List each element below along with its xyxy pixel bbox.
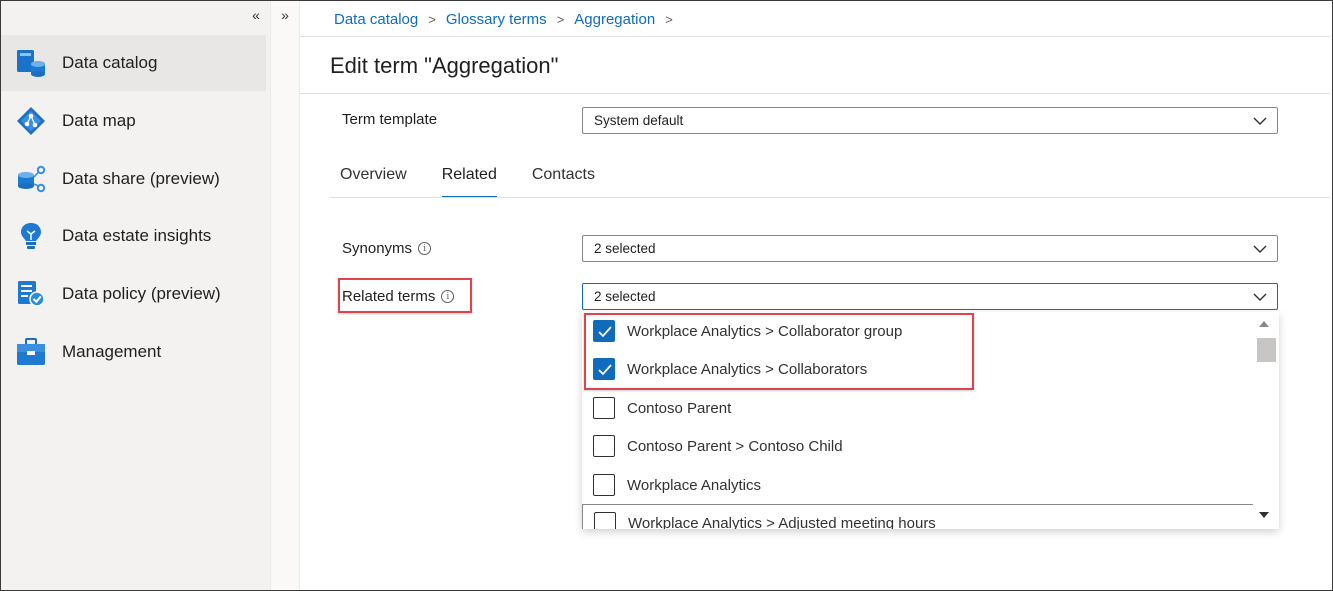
option-label: Workplace Analytics > Adjusted meeting h… [628,514,936,530]
scrollbar-thumb[interactable] [1257,338,1276,362]
nav-label-data-share: Data share (preview) [62,169,220,188]
collapse-nav-button[interactable]: « [247,6,265,24]
checkbox-unchecked[interactable] [593,397,615,419]
nav-item-data-policy[interactable]: Data policy (preview) [0,266,266,322]
breadcrumb-separator: > [665,11,673,27]
checkbox-checked[interactable] [593,320,615,342]
management-toolbox-icon [16,337,46,367]
related-terms-label: Related terms i [342,288,455,305]
option-contoso-child[interactable]: Contoso Parent > Contoso Child [582,427,1252,465]
checkbox-checked[interactable] [593,358,615,380]
breadcrumb: Data catalog > Glossary terms > Aggregat… [334,9,683,29]
chevron-down-icon [1253,245,1267,253]
option-label: Workplace Analytics > Collaborators [627,360,868,378]
option-contoso-parent[interactable]: Contoso Parent [582,389,1252,427]
option-label: Contoso Parent > Contoso Child [627,437,843,455]
option-collaborators[interactable]: Workplace Analytics > Collaborators [582,350,1252,388]
header-divider [300,36,1330,37]
nav-item-data-estate-insights[interactable]: Data estate insights [0,208,266,264]
breadcrumb-item-data-catalog[interactable]: Data catalog [334,11,418,28]
tab-overview[interactable]: Overview [330,164,407,198]
related-terms-options-list: Workplace Analytics > Collaborator group… [582,312,1279,529]
checkbox-unchecked[interactable] [593,435,615,457]
nav-label-data-policy: Data policy (preview) [62,284,221,303]
tab-bar: Overview Related Contacts [330,164,630,198]
expand-nav-button[interactable]: » [276,6,294,24]
info-icon[interactable]: i [441,290,455,303]
option-label: Contoso Parent [627,399,732,417]
data-share-icon [16,164,46,194]
chevron-down-icon [1253,117,1267,125]
synonyms-label: Synonyms i [342,240,432,257]
data-policy-icon [16,279,46,309]
info-icon[interactable]: i [418,242,432,255]
nav-item-management[interactable]: Management [0,324,266,380]
tab-related[interactable]: Related [441,164,498,198]
checkbox-unchecked[interactable] [593,474,615,496]
nav-label-data-estate-insights: Data estate insights [62,226,212,245]
related-terms-dropdown[interactable]: 2 selected [582,283,1278,310]
checkmark-icon [598,326,612,338]
breadcrumb-separator: > [556,11,565,27]
related-terms-label-text: Related terms [342,288,436,305]
scroll-up-arrow-icon[interactable] [1259,321,1269,327]
chevron-down-icon [1253,293,1267,301]
option-workplace-analytics[interactable]: Workplace Analytics [582,466,1252,504]
nav-gutter: » [270,0,300,591]
data-catalog-icon [16,48,46,78]
nav-item-data-catalog[interactable]: Data catalog [0,35,266,91]
left-navigation: « Data catalog Data map Data share (prev… [0,0,270,591]
term-template-dropdown[interactable]: System default [582,107,1278,134]
option-adjusted-meeting-hours[interactable]: Workplace Analytics > Adjusted meeting h… [582,504,1254,529]
breadcrumb-item-glossary-terms[interactable]: Glossary terms [446,11,547,28]
nav-item-data-map[interactable]: Data map [0,93,266,149]
insights-lightbulb-icon [16,221,46,251]
title-divider [300,93,1330,94]
option-label: Workplace Analytics > Collaborator group [627,322,903,340]
term-template-label: Term template [342,111,437,128]
nav-item-data-share[interactable]: Data share (preview) [0,151,266,207]
options-scrollbar[interactable] [1253,312,1279,529]
option-label: Workplace Analytics [627,476,761,494]
synonyms-dropdown[interactable]: 2 selected [582,235,1278,262]
checkmark-icon [598,364,612,376]
nav-label-data-map: Data map [62,111,136,130]
breadcrumb-item-aggregation[interactable]: Aggregation [574,11,655,28]
nav-label-data-catalog: Data catalog [62,53,158,72]
synonyms-label-text: Synonyms [342,240,413,257]
data-map-icon [16,106,46,136]
page-title: Edit term "Aggregation" [330,53,559,78]
term-template-value: System default [594,113,684,128]
term-template-label-text: Term template [342,111,438,128]
scroll-down-arrow-icon[interactable] [1259,512,1269,518]
breadcrumb-separator: > [428,11,436,27]
tab-contacts[interactable]: Contacts [532,164,595,198]
tabs-divider [330,197,1330,198]
nav-label-management: Management [62,342,162,361]
related-terms-value: 2 selected [594,289,656,304]
option-collaborator-group[interactable]: Workplace Analytics > Collaborator group [582,312,1252,350]
synonyms-value: 2 selected [594,241,656,256]
checkbox-unchecked[interactable] [594,512,616,529]
